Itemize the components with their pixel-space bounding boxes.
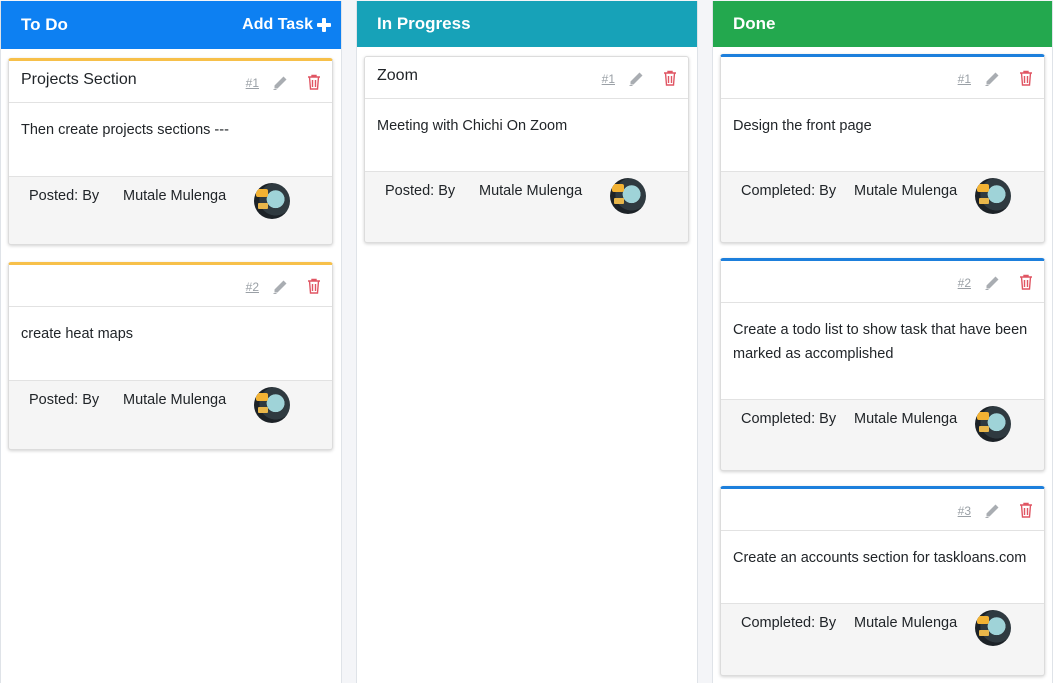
author-name: Mutale Mulenga [479, 183, 583, 199]
card-description: Meeting with Chichi On Zoom [377, 118, 568, 134]
card-description: create heat maps [21, 326, 134, 342]
trash-icon[interactable] [307, 74, 321, 90]
card-footer: Posted: By Mutale Mulenga [9, 381, 332, 449]
author-name: Mutale Mulenga [123, 188, 227, 204]
card-number-link[interactable]: #1 [602, 72, 615, 86]
card-title: Zoom [377, 67, 418, 84]
card-body: Meeting with Chichi On Zoom [365, 99, 688, 172]
trash-icon[interactable] [1019, 502, 1033, 518]
pencil-icon[interactable] [272, 75, 288, 91]
trash-icon[interactable] [1019, 274, 1033, 290]
pencil-icon[interactable] [628, 71, 644, 87]
card-header: #2 [721, 261, 1044, 303]
card-number-link[interactable]: #2 [958, 276, 971, 290]
footer-label: Posted: By [29, 188, 100, 204]
pencil-icon[interactable] [272, 279, 288, 295]
card-number-link[interactable]: #1 [246, 76, 259, 90]
footer-label: Completed: By [741, 411, 837, 427]
footer-label: Posted: By [385, 183, 456, 199]
pencil-icon[interactable] [984, 503, 1000, 519]
author-name: Mutale Mulenga [854, 183, 958, 199]
footer-label: Completed: By [741, 615, 837, 631]
card-footer: Completed: By Mutale Mulenga [721, 172, 1044, 242]
card-header: #3 [721, 489, 1044, 531]
card-body: create heat maps [9, 307, 332, 381]
footer-label: Posted: By [29, 392, 100, 408]
avatar [975, 610, 1011, 646]
card-footer: Completed: By Mutale Mulenga [721, 400, 1044, 470]
avatar [254, 183, 290, 219]
avatar [254, 387, 290, 423]
card-number-link[interactable]: #1 [958, 72, 971, 86]
column-in-progress: In Progress Zoom #1 Meeting with Chichi … [356, 1, 698, 683]
card-number-link[interactable]: #2 [246, 280, 259, 294]
author-name: Mutale Mulenga [854, 411, 958, 427]
task-card[interactable]: #2 Create a todo list to show task that … [720, 258, 1045, 471]
pencil-icon[interactable] [984, 71, 1000, 87]
card-footer: Posted: By Mutale Mulenga [365, 172, 688, 242]
column-title: To Do [21, 15, 68, 34]
card-description: Design the front page [733, 118, 872, 134]
card-number-link[interactable]: #3 [958, 504, 971, 518]
task-card[interactable]: #3 Create an accounts section for tasklo… [720, 486, 1045, 676]
card-body: Create an accounts section for taskloans… [721, 531, 1044, 604]
column-header-in-progress: In Progress [357, 1, 697, 47]
task-card[interactable]: Projects Section #1 Then create projects… [8, 58, 333, 245]
column-title: In Progress [377, 14, 471, 33]
card-body: Then create projects sections --- [9, 103, 332, 177]
avatar [975, 406, 1011, 442]
task-card[interactable]: Zoom #1 Meeting with Chichi On Zoom Post… [364, 56, 689, 243]
author-name: Mutale Mulenga [854, 615, 958, 631]
card-description: Create a todo list to show task that hav… [733, 322, 1028, 362]
footer-label: Completed: By [741, 183, 837, 199]
avatar [610, 178, 646, 214]
card-title: Projects Section [21, 71, 137, 88]
card-description: Then create projects sections --- [21, 122, 229, 138]
column-done: Done #1 Design the front page Completed:… [712, 1, 1053, 683]
card-body: Design the front page [721, 99, 1044, 172]
plus-icon [317, 18, 331, 32]
column-header-todo: To Do Add Task [1, 1, 341, 49]
card-footer: Posted: By Mutale Mulenga [9, 177, 332, 244]
trash-icon[interactable] [663, 70, 677, 86]
card-header: Projects Section #1 [9, 61, 332, 103]
card-body: Create a todo list to show task that hav… [721, 303, 1044, 400]
column-header-done: Done [713, 1, 1052, 47]
column-title: Done [733, 14, 776, 33]
trash-icon[interactable] [1019, 70, 1033, 86]
card-description: Create an accounts section for taskloans… [733, 550, 1027, 566]
add-task-button[interactable]: Add Task [242, 16, 331, 34]
avatar [975, 178, 1011, 214]
task-card[interactable]: #1 Design the front page Completed: By M… [720, 54, 1045, 243]
card-footer: Completed: By Mutale Mulenga [721, 604, 1044, 675]
card-header: Zoom #1 [365, 57, 688, 99]
add-task-label: Add Task [242, 16, 313, 33]
trash-icon[interactable] [307, 278, 321, 294]
column-todo: To Do Add Task Projects Section #1 Then … [0, 1, 342, 683]
card-header: #2 [9, 265, 332, 307]
pencil-icon[interactable] [984, 275, 1000, 291]
card-header: #1 [721, 57, 1044, 99]
author-name: Mutale Mulenga [123, 392, 227, 408]
task-card[interactable]: #2 create heat maps Posted: By Mutale Mu… [8, 262, 333, 450]
